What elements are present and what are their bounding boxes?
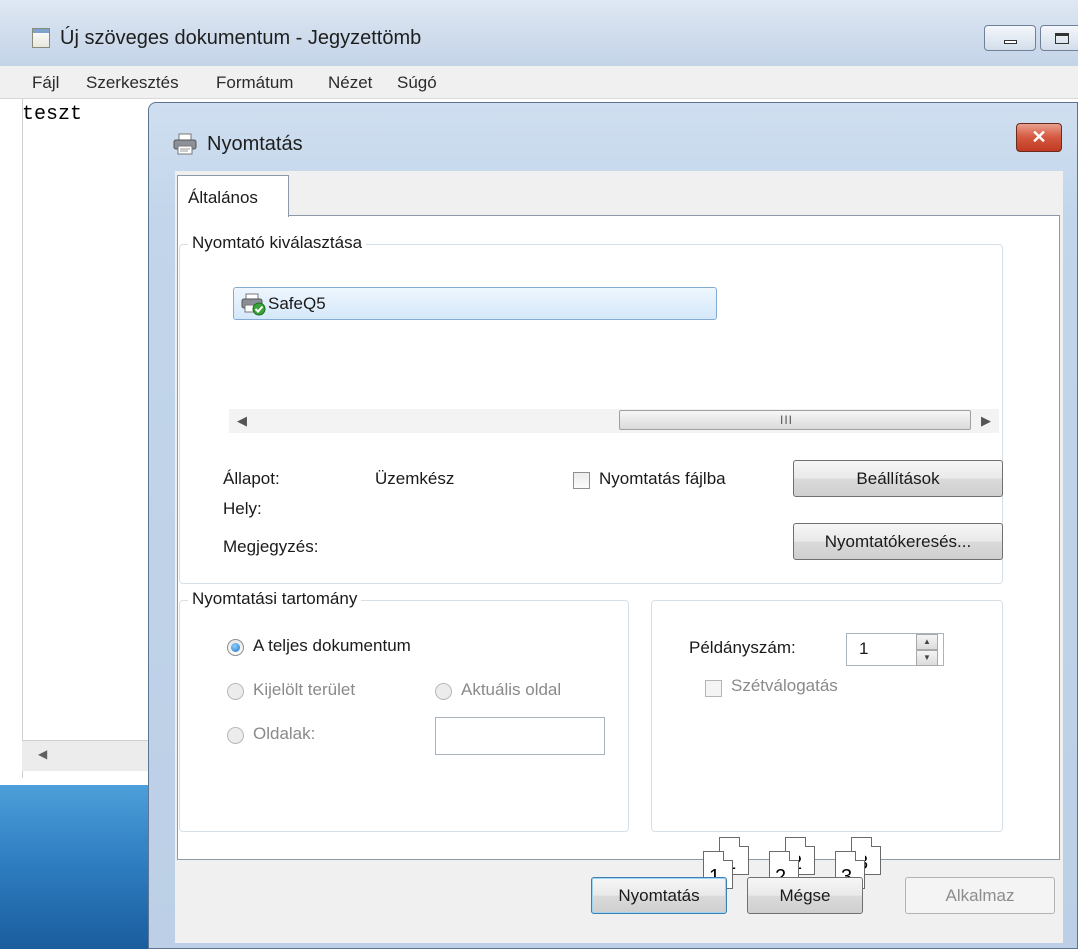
find-printer-button[interactable]: Nyomtatókeresés... — [793, 523, 1003, 560]
copies-group — [651, 600, 1003, 832]
tab-general[interactable]: Általános — [177, 175, 289, 217]
copies-decrement-button[interactable]: ▼ — [916, 650, 938, 666]
print-to-file-checkbox[interactable] — [573, 472, 590, 489]
collate-label[interactable]: Szétválogatás — [731, 676, 838, 696]
range-all-label[interactable]: A teljes dokumentum — [253, 636, 411, 656]
menu-edit[interactable]: Szerkesztés — [86, 73, 179, 93]
scroll-thumb-grip: III — [780, 413, 794, 427]
printer-group-label: Nyomtató kiválasztása — [188, 233, 367, 253]
comment-label: Megjegyzés: — [223, 537, 319, 556]
status-value: Üzemkész — [375, 469, 455, 488]
minimize-button[interactable] — [984, 25, 1036, 51]
close-button[interactable]: ✕ — [1016, 123, 1062, 152]
range-current-page-radio[interactable] — [435, 683, 452, 700]
range-pages-radio[interactable] — [227, 727, 244, 744]
scroll-left-icon[interactable]: ◀ — [38, 747, 47, 761]
menu-format[interactable]: Formátum — [216, 73, 293, 93]
notepad-icon — [32, 28, 50, 48]
desktop-background — [0, 785, 160, 949]
print-to-file-label[interactable]: Nyomtatás fájlba — [599, 469, 726, 489]
copies-value: 1 — [859, 639, 869, 658]
printer-list-item[interactable]: SafeQ5 — [233, 287, 717, 320]
pages-input[interactable] — [435, 717, 605, 755]
notepad-titlebar: Új szöveges dokumentum - Jegyzettömb — [0, 0, 1078, 66]
location-label: Hely: — [223, 499, 262, 518]
apply-button[interactable]: Alkalmaz — [905, 877, 1055, 914]
status-label: Állapot: — [223, 469, 280, 488]
range-selection-label[interactable]: Kijelölt terület — [253, 680, 355, 700]
notepad-horizontal-scrollbar[interactable]: ◀ — [22, 740, 152, 771]
print-dialog: Nyomtatás ✕ Általános Nyomtató kiválaszt… — [148, 102, 1078, 949]
range-all-radio[interactable] — [227, 639, 244, 656]
printer-list-scrollbar[interactable]: ◀ III ▶ — [229, 409, 999, 433]
notepad-editor-text[interactable]: teszt — [22, 103, 82, 126]
scroll-right-icon[interactable]: ▶ — [981, 413, 991, 429]
printer-icon — [173, 133, 197, 155]
close-icon: ✕ — [1031, 127, 1047, 147]
range-pages-label[interactable]: Oldalak: — [253, 724, 315, 744]
scroll-thumb[interactable]: III — [619, 410, 971, 430]
copies-increment-button[interactable]: ▲ — [916, 634, 938, 650]
maximize-button[interactable] — [1040, 25, 1078, 51]
preferences-button[interactable]: Beállítások — [793, 460, 1003, 497]
printer-name: SafeQ5 — [268, 294, 326, 313]
page-range-group: Nyomtatási tartomány — [179, 589, 629, 832]
menu-help[interactable]: Súgó — [397, 73, 437, 93]
cancel-button[interactable]: Mégse — [747, 877, 863, 914]
notepad-title: Új szöveges dokumentum - Jegyzettömb — [60, 27, 422, 49]
scroll-left-icon[interactable]: ◀ — [237, 413, 247, 429]
dialog-title: Nyomtatás — [207, 133, 303, 155]
collate-checkbox[interactable] — [705, 680, 722, 697]
range-selection-radio[interactable] — [227, 683, 244, 700]
notepad-menubar: Fájl Szerkesztés Formátum Nézet Súgó — [0, 66, 1078, 99]
notepad-editor-edge — [22, 98, 23, 778]
range-current-page-label[interactable]: Aktuális oldal — [461, 680, 561, 700]
print-button[interactable]: Nyomtatás — [591, 877, 727, 914]
menu-view[interactable]: Nézet — [328, 73, 372, 93]
menu-file[interactable]: Fájl — [32, 73, 59, 93]
printer-ready-icon — [241, 293, 266, 316]
copies-label: Példányszám: — [689, 638, 796, 657]
page-range-group-label: Nyomtatási tartomány — [188, 589, 362, 609]
